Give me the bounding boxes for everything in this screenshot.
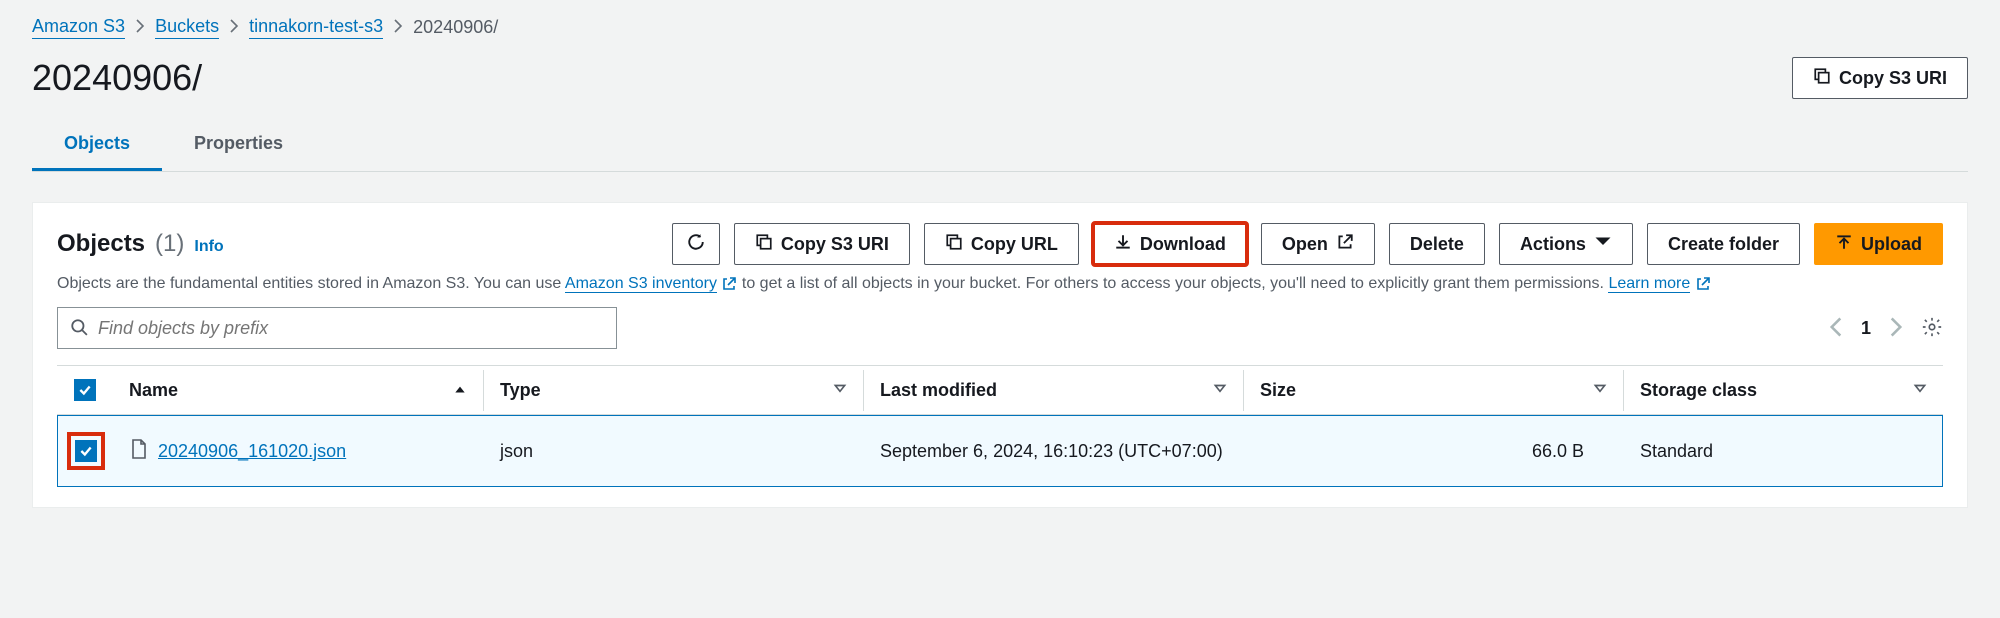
copy-s3-uri-toolbar-button[interactable]: Copy S3 URI [734, 223, 910, 265]
refresh-icon [687, 233, 705, 256]
copy-icon [1813, 67, 1831, 90]
highlight-box [73, 438, 99, 464]
create-folder-button[interactable]: Create folder [1647, 223, 1800, 265]
column-modified-label: Last modified [880, 380, 997, 401]
learn-more-link[interactable]: Learn more [1608, 275, 1690, 293]
external-icon [1336, 233, 1354, 256]
filter-icon [1213, 380, 1227, 401]
pagination: 1 [1829, 316, 1943, 341]
chevron-right-icon [229, 17, 239, 38]
objects-title: Objects [57, 230, 145, 258]
filter-icon [1593, 380, 1607, 401]
select-all-checkbox[interactable] [74, 379, 96, 401]
copy-icon [945, 233, 963, 256]
tabs: Objects Properties [32, 119, 1968, 172]
object-last-modified: September 6, 2024, 16:10:23 (UTC+07:00) [864, 431, 1244, 472]
object-storage-class: Standard [1624, 431, 1942, 472]
column-header-storage-class[interactable]: Storage class [1623, 370, 1943, 411]
external-icon [721, 276, 737, 292]
column-size-label: Size [1260, 380, 1296, 401]
object-name-link[interactable]: 20240906_161020.json [158, 441, 346, 462]
breadcrumb: Amazon S3 Buckets tinnakorn-test-s3 2024… [32, 0, 1968, 49]
next-page-button[interactable] [1889, 317, 1903, 340]
page-header: 20240906/ Copy S3 URI [32, 49, 1968, 119]
actions-button[interactable]: Actions [1499, 223, 1633, 265]
filter-icon [1913, 380, 1927, 401]
chevron-right-icon [393, 17, 403, 38]
column-header-size[interactable]: Size [1243, 370, 1623, 411]
file-icon [130, 439, 148, 464]
tab-objects[interactable]: Objects [32, 119, 162, 171]
copy-s3-uri-button[interactable]: Copy S3 URI [1792, 57, 1968, 99]
actions-label: Actions [1520, 234, 1586, 255]
row-checkbox[interactable] [75, 440, 97, 462]
objects-count: (1) [155, 230, 184, 258]
page-title: 20240906/ [32, 57, 202, 99]
upload-icon [1835, 233, 1853, 256]
objects-panel: Objects (1) Info Copy S3 URI Copy URL [32, 202, 1968, 508]
table-row[interactable]: 20240906_161020.json json September 6, 2… [57, 415, 1943, 487]
breadcrumb-link-s3[interactable]: Amazon S3 [32, 16, 125, 39]
copy-url-label: Copy URL [971, 234, 1058, 255]
download-label: Download [1140, 234, 1226, 255]
filter-icon [833, 380, 847, 401]
sort-asc-icon [453, 380, 467, 401]
download-button[interactable]: Download [1093, 223, 1247, 265]
column-header-type[interactable]: Type [483, 370, 863, 411]
object-size: 66.0 B [1244, 431, 1624, 472]
upload-label: Upload [1861, 234, 1922, 255]
desc-text: Objects are the fundamental entities sto… [57, 275, 565, 292]
column-header-name[interactable]: Name [113, 370, 483, 411]
objects-table: Name Type Last modified Size Storage cla… [57, 365, 1943, 487]
copy-url-button[interactable]: Copy URL [924, 223, 1079, 265]
create-folder-label: Create folder [1668, 234, 1779, 255]
column-storage-label: Storage class [1640, 380, 1757, 401]
object-type: json [484, 431, 864, 472]
breadcrumb-link-bucket[interactable]: tinnakorn-test-s3 [249, 16, 383, 39]
download-icon [1114, 233, 1132, 256]
toolbar: Copy S3 URI Copy URL Download Open Delet… [672, 223, 1943, 265]
chevron-right-icon [135, 17, 145, 38]
table-header: Name Type Last modified Size Storage cla… [57, 365, 1943, 415]
inventory-link[interactable]: Amazon S3 inventory [565, 275, 717, 293]
search-box[interactable] [57, 307, 617, 349]
desc-text: to get a list of all objects in your buc… [742, 275, 1609, 292]
panel-description: Objects are the fundamental entities sto… [57, 275, 1943, 293]
column-header-last-modified[interactable]: Last modified [863, 370, 1243, 411]
column-type-label: Type [500, 380, 541, 401]
search-input[interactable] [98, 318, 604, 339]
breadcrumb-link-buckets[interactable]: Buckets [155, 16, 219, 39]
page-number: 1 [1861, 318, 1871, 339]
delete-button[interactable]: Delete [1389, 223, 1485, 265]
copy-s3-uri-toolbar-label: Copy S3 URI [781, 234, 889, 255]
delete-label: Delete [1410, 234, 1464, 255]
tab-properties[interactable]: Properties [162, 119, 315, 171]
column-name-label: Name [129, 380, 178, 401]
open-button[interactable]: Open [1261, 223, 1375, 265]
info-link[interactable]: Info [194, 238, 223, 256]
copy-s3-uri-label: Copy S3 URI [1839, 68, 1947, 89]
open-label: Open [1282, 234, 1328, 255]
refresh-button[interactable] [672, 223, 720, 265]
external-icon [1695, 276, 1711, 292]
copy-icon [755, 233, 773, 256]
upload-button[interactable]: Upload [1814, 223, 1943, 265]
breadcrumb-current: 20240906/ [413, 17, 498, 38]
search-icon [70, 318, 88, 339]
prev-page-button[interactable] [1829, 317, 1843, 340]
caret-down-icon [1594, 233, 1612, 256]
settings-button[interactable] [1921, 316, 1943, 341]
